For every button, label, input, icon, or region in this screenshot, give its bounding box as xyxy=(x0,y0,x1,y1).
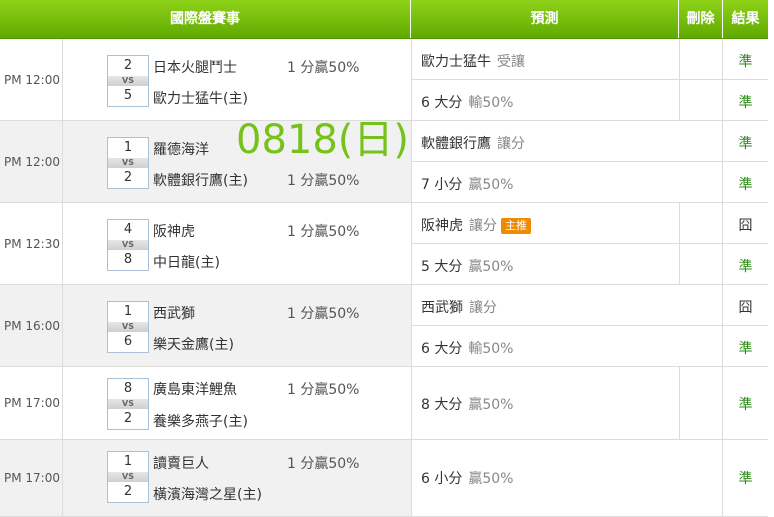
home-team: 橫濱海灣之星(主) xyxy=(153,487,262,503)
home-score: 2 xyxy=(123,170,133,185)
odds-text: 1 分贏50% xyxy=(287,173,360,189)
result-mark: 準 xyxy=(738,259,753,275)
odds-text: 1 分贏50% xyxy=(287,456,360,472)
away-team: 日本火腿鬥士 xyxy=(153,60,237,76)
home-team: 中日龍(主) xyxy=(153,255,220,271)
header-match: 國際盤賽事 xyxy=(0,0,411,38)
prediction-total: 6 小分 贏50% xyxy=(421,471,514,487)
row-divider xyxy=(411,79,768,80)
table-row: PM 17:00 1 VS 2 讀賣巨人 橫濱海灣之星(主) 1 分贏50% 6… xyxy=(0,440,768,517)
away-score: 1 xyxy=(123,140,133,155)
page-edge xyxy=(768,0,774,516)
prediction-spread: 西武獅 讓分 xyxy=(421,300,497,316)
odds-text: 1 分贏50% xyxy=(287,224,360,240)
row-divider xyxy=(411,325,768,326)
result-mark: 準 xyxy=(738,397,753,413)
game-time: PM 16:00 xyxy=(0,285,63,366)
date-watermark: 0818(日) xyxy=(236,117,410,163)
prediction-cell: 6 小分 贏50% xyxy=(411,440,680,516)
table-row: PM 12:30 4 VS 8 阪神虎 中日龍(主) 1 分贏50% 阪神虎 讓分… xyxy=(0,203,768,285)
game-time: PM 12:00 xyxy=(0,39,63,120)
prediction-spread: 阪神虎 讓分 主推 xyxy=(421,215,531,235)
home-team: 歐力士猛牛(主) xyxy=(153,91,248,107)
away-team: 阪神虎 xyxy=(153,224,195,240)
score-box: 8 VS 2 xyxy=(107,378,149,430)
result-mark: 準 xyxy=(738,177,753,193)
vs-label: VS xyxy=(108,76,148,86)
prediction-total: 8 大分 贏50% xyxy=(421,397,514,413)
odds-text: 1 分贏50% xyxy=(287,60,360,76)
away-team: 讀賣巨人 xyxy=(153,456,209,472)
game-time: PM 12:30 xyxy=(0,203,63,284)
away-score: 8 xyxy=(123,381,133,396)
result-mark: 準 xyxy=(738,471,753,487)
prediction-total: 6 大分 輸50% xyxy=(421,95,514,111)
vs-label: VS xyxy=(108,158,148,168)
row-divider xyxy=(411,161,768,162)
away-team: 西武獅 xyxy=(153,306,195,322)
score-box: 2 VS 5 xyxy=(107,55,149,107)
prediction-total: 5 大分 贏50% xyxy=(421,259,514,275)
home-team: 軟體銀行鷹(主) xyxy=(153,173,248,189)
odds-text: 1 分贏50% xyxy=(287,382,360,398)
home-score: 6 xyxy=(123,334,133,349)
prediction-total: 7 小分 贏50% xyxy=(421,177,514,193)
game-time: PM 17:00 xyxy=(0,367,63,439)
result-mark: 準 xyxy=(738,54,753,70)
result-mark: 準 xyxy=(738,136,753,152)
game-time: PM 17:00 xyxy=(0,440,63,516)
vs-label: VS xyxy=(108,472,148,482)
delete-cell xyxy=(679,440,723,516)
home-score: 8 xyxy=(123,252,133,267)
header-predict: 預測 xyxy=(411,0,679,38)
away-score: 1 xyxy=(123,454,133,469)
game-time: PM 12:00 xyxy=(0,121,63,202)
delete-cell xyxy=(679,367,723,439)
prediction-spread: 軟體銀行鷹 讓分 xyxy=(421,136,525,152)
prediction-spread: 歐力士猛牛 受讓 xyxy=(421,54,525,70)
home-score: 5 xyxy=(123,88,133,103)
vs-label: VS xyxy=(108,399,148,409)
header-result: 結果 xyxy=(731,11,760,27)
featured-badge: 主推 xyxy=(501,218,531,234)
table-row: PM 17:00 8 VS 2 廣島東洋鯉魚 養樂多燕子(主) 1 分贏50% … xyxy=(0,367,768,440)
odds-text: 1 分贏50% xyxy=(287,306,360,322)
table-row: PM 16:00 1 VS 6 西武獅 樂天金鷹(主) 1 分贏50% 西武獅讓… xyxy=(0,285,768,367)
home-score: 2 xyxy=(123,484,133,499)
row-divider xyxy=(411,243,768,244)
home-score: 2 xyxy=(123,411,133,426)
result-mark: 囧 xyxy=(738,218,753,234)
vs-label: VS xyxy=(108,240,148,250)
result-mark: 囧 xyxy=(738,300,753,316)
home-team: 樂天金鷹(主) xyxy=(153,337,234,353)
score-box: 1 VS 6 xyxy=(107,301,149,353)
away-team: 羅德海洋 xyxy=(153,142,209,158)
prediction-total: 6 大分 輸50% xyxy=(421,341,514,357)
table-header: 國際盤賽事 預測 刪除 結果 xyxy=(0,0,768,39)
result-mark: 準 xyxy=(738,95,753,111)
score-box: 1 VS 2 xyxy=(107,137,149,189)
result-mark: 準 xyxy=(738,341,753,357)
away-score: 4 xyxy=(123,222,133,237)
away-score: 1 xyxy=(123,304,133,319)
score-box: 1 VS 2 xyxy=(107,451,149,503)
away-score: 2 xyxy=(123,58,133,73)
away-team: 廣島東洋鯉魚 xyxy=(153,382,237,398)
vs-label: VS xyxy=(108,322,148,332)
score-box: 4 VS 8 xyxy=(107,219,149,271)
home-team: 養樂多燕子(主) xyxy=(153,414,248,430)
header-delete: 刪除 xyxy=(679,0,723,38)
prediction-cell: 8 大分 贏50% xyxy=(411,367,680,439)
